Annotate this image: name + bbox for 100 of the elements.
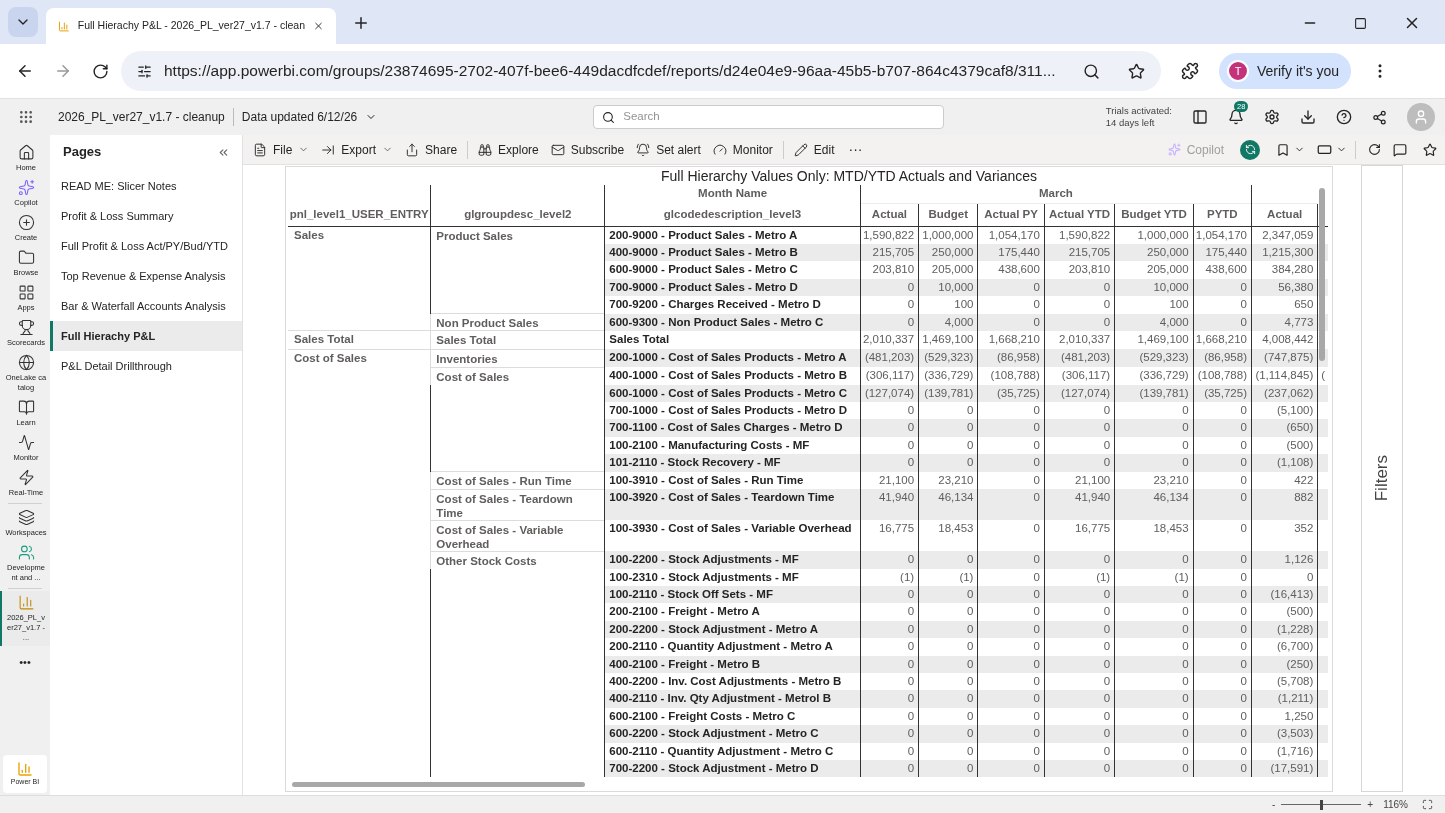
value-cell: (747,875) [1251,349,1318,368]
refresh-icon[interactable] [1368,143,1381,156]
value-cell: 0 [918,419,978,437]
panel-icon[interactable] [1192,109,1208,125]
zoom-out-text[interactable]: - [1271,797,1276,812]
subscribe-button[interactable]: Subscribe [544,137,631,162]
new-tab-icon[interactable] [352,14,370,32]
value-cell: (86,958) [977,349,1045,368]
value-cell: 0 [918,551,978,569]
column-header: Actual YTD [1044,203,1115,226]
page-tab[interactable]: READ ME: Slicer Notes [50,171,242,201]
binoculars-icon [478,142,493,157]
filters-pane[interactable]: Filters [1361,165,1403,792]
bar-chart-icon [58,18,70,34]
value-cell: 0 [1114,725,1194,743]
reset-button[interactable] [1240,139,1260,160]
value-cell: ( [1317,367,1328,385]
column-header: Actual [860,203,919,226]
page-tab[interactable]: P&L Detail Drillthrough [50,351,242,381]
column-header: March [860,185,1252,203]
export-icon [321,142,336,157]
set-alert-button[interactable]: Set alert [630,137,707,162]
share-icon[interactable] [1372,109,1387,125]
value-cell: 0 [1114,419,1194,437]
value-cell: 1,126 [1251,551,1318,569]
column-header: Budget [918,203,978,226]
search-field[interactable]: Search [593,105,945,129]
row-header-cell: Cost of Sales [430,367,605,385]
favorite-icon[interactable] [1423,142,1437,157]
page-tab[interactable]: Full Profit & Loss Act/PY/Bud/YTD [50,231,242,261]
data-updated-dropdown[interactable]: Data updated 6/12/26 [241,108,378,126]
value-cell: 0 [1114,690,1194,708]
browser-tab[interactable]: Full Hierachy P&L - 2026_PL_ver27_v1.7 - clean [46,8,336,44]
value-cell: (3,503) [1251,725,1318,743]
file-menu[interactable]: File [247,137,316,162]
search-input: Search [623,108,936,126]
zoom-slider[interactable] [1281,799,1362,810]
value-cell: 0 [977,402,1045,420]
restore-icon[interactable] [1354,16,1367,30]
value-cell: 0 [1193,603,1252,621]
value-cell: (1,211) [1251,690,1318,708]
people-icon [17,544,35,561]
value-cell: 0 [1114,454,1194,472]
address-field[interactable]: https://app.powerbi.com/groups/23874695-2702-407f-bee6-449dacdfcdef/reports/d24e04e9-96aa-45b5-b707-864c4379caf8/311... [121,51,1161,91]
slider-thumb[interactable] [1319,799,1323,810]
value-cell: 0 [1044,725,1115,743]
site-settings-icon [137,63,152,79]
row-header-cell: 600-2200 - Stock Adjustment - Metro C [604,725,861,743]
bookmark-icon[interactable] [1276,142,1290,157]
value-cell: 0 [977,489,1045,521]
help-icon[interactable] [1336,109,1352,125]
back-icon[interactable] [16,62,34,80]
edit-button[interactable]: Edit [787,137,841,162]
share-button[interactable]: Share [399,137,464,162]
forward-icon[interactable] [54,62,72,80]
value-cell: 0 [1193,690,1252,708]
page-tab[interactable]: Top Revenue & Expense Analysis [50,261,242,291]
value-cell: (500) [1251,603,1318,621]
value-cell: 0 [860,690,919,708]
app-launcher-icon[interactable] [18,109,34,125]
tab-list-button[interactable] [8,7,38,37]
value-cell: 100 [918,296,978,314]
value-cell: 0 [1044,402,1115,420]
value-cell: 0 [1044,419,1115,437]
value-cell: 203,810 [860,261,919,279]
view-icon[interactable] [1317,142,1332,157]
zoom-in-text[interactable]: + [1367,797,1374,812]
fit-page-icon[interactable] [1422,799,1433,810]
reload-icon[interactable] [92,62,109,80]
report-name[interactable]: 2026_PL_ver27_v1.7 - cleanup [58,108,234,126]
explore-button[interactable]: Explore [472,137,545,162]
vertical-scrollbar[interactable] [1319,188,1325,361]
column-header: glcodedescription_level3 [604,203,861,226]
value-cell: 0 [1044,296,1115,314]
page-tab[interactable]: Full Hierachy P&L [50,321,242,351]
export-menu[interactable]: Export [315,137,400,162]
monitor-button[interactable]: Monitor [706,137,779,162]
bookmark-star-icon [1128,62,1145,80]
row-header-cell: 101-2110 - Stock Recovery - MF [604,454,861,472]
horizontal-scrollbar[interactable] [292,782,585,787]
value-cell: 0 [977,454,1045,472]
value-cell: 0 [1044,690,1115,708]
download-icon[interactable] [1300,109,1316,125]
more-text[interactable]: ••• [19,654,31,671]
page-tab[interactable]: Profit & Loss Summary [50,201,242,231]
row-header-cell: 600-9000 - Product Sales - Metro C [604,261,861,279]
notifications-icon[interactable] [1228,109,1244,125]
extensions-icon[interactable] [1181,62,1199,80]
value-cell: 41,940 [860,489,919,521]
value-cell: 0 [1193,419,1252,437]
settings-icon[interactable] [1264,109,1280,125]
value-cell: (108,788) [977,367,1045,385]
profile-button[interactable]: T Verify it's you [1219,53,1352,89]
reset-icon [1244,144,1256,155]
page-tab[interactable]: Bar & Waterfall Accounts Analysis [50,291,242,321]
row-header-cell: 700-1000 - Cost of Sales Products - Metro D [604,402,861,420]
comment-icon[interactable] [1393,142,1407,157]
value-cell: 384,280 [1251,261,1318,279]
more-options[interactable]: ··· [840,139,871,160]
tab-title: Full Hierachy P&L - 2026_PL_ver27_v1.7 - clean [77,18,305,34]
